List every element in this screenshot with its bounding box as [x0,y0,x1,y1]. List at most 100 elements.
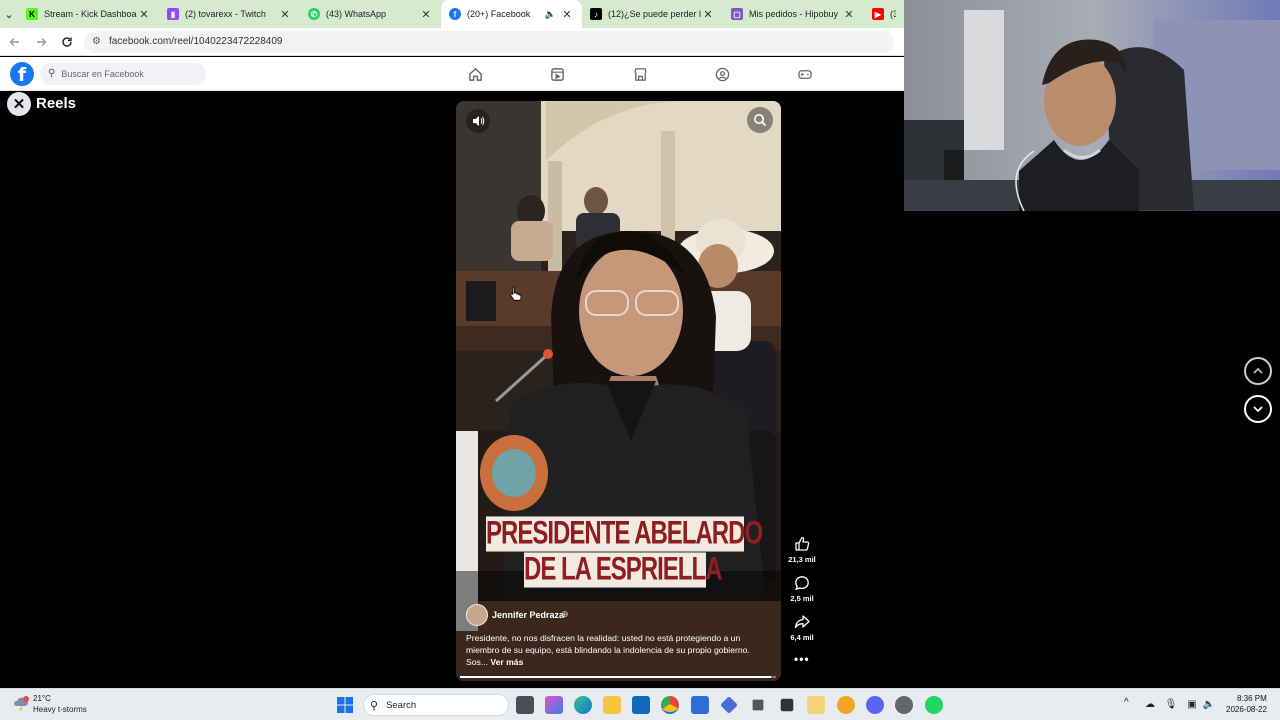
copilot-icon[interactable] [545,696,563,714]
volume-button[interactable] [466,109,490,133]
facebook-logo-icon[interactable]: f [10,61,34,86]
facebook-search-input[interactable]: ⚲ Buscar en Facebook [40,62,206,85]
video-progress-bar[interactable] [460,676,776,678]
weather-temperature[interactable]: 21°C [33,694,51,703]
headline-line-1: PRESIDENTE ABELARDO [486,515,763,552]
tab-title: (43) WhatsApp [326,9,387,19]
home-icon[interactable] [467,66,483,82]
chevron-down-icon [1253,406,1263,413]
tab-search-chevron-icon[interactable]: ⌄ [0,0,18,28]
volume-icon[interactable]: 🔈 [1203,698,1215,710]
app-icon[interactable] [837,696,855,714]
gaming-icon[interactable] [797,66,813,82]
next-reel-button[interactable] [1244,395,1272,423]
cloud-icon[interactable]: ☁ [1144,698,1156,710]
chrome-icon[interactable] [661,696,679,714]
comment-button[interactable]: 2,5 mil [786,574,818,603]
tab-facebook[interactable]: f (20+) Facebook 🔈 ✕ [441,0,582,28]
clock-date[interactable]: 2026-08-22 [1226,705,1267,714]
more-options-icon[interactable]: ••• [794,652,810,666]
file-explorer-icon[interactable] [603,696,621,714]
search-icon: ⚲ [48,68,56,79]
bag-icon: ▢ [731,8,743,20]
obs-icon[interactable] [895,696,913,714]
tab-whatsapp[interactable]: ✆ (43) WhatsApp ✕ [300,0,441,28]
tab-close-icon[interactable]: ✕ [278,8,292,21]
screen: ⌄ K Stream - Kick Dashboard ✕ ▮ (2) tova… [0,0,1280,720]
outlook-icon[interactable] [632,696,650,714]
speaker-icon [473,116,485,126]
browser-tab-strip: ⌄ K Stream - Kick Dashboard ✕ ▮ (2) tova… [0,0,904,28]
weather-storm-icon[interactable] [12,695,30,713]
previous-reel-button[interactable] [1244,357,1272,385]
like-count: 21,3 mil [788,555,816,564]
share-icon [786,613,818,631]
spotify-icon[interactable] [925,696,943,714]
author-avatar[interactable] [466,604,488,626]
tab-tiktok[interactable]: ♪ (12)¿Se puede perder la R ✕ [582,0,723,28]
tab-close-icon[interactable]: ✕ [419,8,433,21]
marketplace-icon[interactable] [632,66,648,82]
video-frame-image [456,101,781,681]
search-button[interactable] [747,107,773,133]
windows-taskbar: 21°C Heavy t-storms ⚲ Search ^ ☁ 🎙 ▣ 🔈 8… [0,688,1280,720]
whatsapp-icon: ✆ [308,8,320,20]
groups-icon[interactable] [714,66,730,82]
notes-icon[interactable] [807,696,825,714]
twitch-icon: ▮ [167,8,179,20]
reel-video[interactable]: PRESIDENTE ABELARDO DE LA ESPRIELLA Jenn… [456,101,781,681]
search-icon [754,114,767,127]
see-more-link[interactable]: Ver más [490,657,523,667]
tab-hipobuy[interactable]: ▢ Mis pedidos - Hipobuy ✕ [723,0,864,28]
facebook-navbar: f ⚲ Buscar en Facebook [0,57,904,91]
capcut-icon[interactable] [780,698,794,712]
video-icon[interactable] [549,66,565,82]
back-arrow-icon[interactable] [4,31,26,53]
task-view-icon[interactable] [516,696,534,714]
microphone-icon[interactable]: 🎙 [1165,698,1178,710]
taskbar-search-box[interactable]: ⚲ Search [363,694,509,716]
share-button[interactable]: 6,4 mil [786,613,818,642]
tray-chevron-up-icon[interactable]: ^ [1124,697,1129,708]
store-icon[interactable] [691,696,709,714]
clock-time[interactable]: 8:36 PM [1237,694,1267,703]
speaker-icon[interactable]: 🔈 [545,9,556,20]
tab-kick[interactable]: K Stream - Kick Dashboard ✕ [18,0,159,28]
tab-title: (32 [890,9,896,19]
thumbs-up-icon [786,535,818,553]
reload-icon[interactable] [56,31,78,53]
tab-twitch[interactable]: ▮ (2) tovarexx - Twitch ✕ [159,0,300,28]
facebook-icon: f [449,8,461,20]
hand-cursor-icon [510,286,522,301]
site-info-icon[interactable]: ⚙ [92,36,101,47]
author-name[interactable]: Jennifer Pedraza [492,610,564,620]
address-bar[interactable]: ⚙ facebook.com/reel/1040223472228409 [84,30,894,53]
search-placeholder: Buscar en Facebook [61,68,144,79]
tiktok-icon: ♪ [590,8,602,20]
tab-close-icon[interactable]: ✕ [560,8,574,21]
discord-icon[interactable] [866,696,884,714]
taskbar-search-label: Search [386,699,417,711]
comment-count: 2,5 mil [790,594,814,603]
url-text: facebook.com/reel/1040223472228409 [108,36,283,47]
search-icon: ⚲ [370,699,379,712]
tab-close-icon[interactable]: ✕ [701,8,715,21]
close-reels-button[interactable]: ✕ [7,92,31,116]
weather-description[interactable]: Heavy t-storms [33,705,87,714]
windows-start-icon[interactable] [337,697,353,713]
tab-close-icon[interactable]: ✕ [137,8,151,21]
vpn-icon[interactable] [720,696,738,714]
forward-arrow-icon[interactable] [30,31,52,53]
apps-grid-icon[interactable] [752,699,764,711]
globe-icon: ⊕ [561,609,569,619]
tab-youtube[interactable]: ▶ (32 [864,0,904,28]
network-icon[interactable]: ▣ [1186,698,1198,710]
edge-icon[interactable] [574,696,592,714]
like-button[interactable]: 21,3 mil [786,535,818,564]
webcam-image [904,0,1280,211]
kick-icon: K [26,8,38,20]
share-count: 6,4 mil [790,633,814,642]
reel-caption: Presidente, no nos disfracen la realidad… [466,632,771,668]
tab-close-icon[interactable]: ✕ [842,8,856,21]
tab-title: Stream - Kick Dashboard [44,9,137,19]
